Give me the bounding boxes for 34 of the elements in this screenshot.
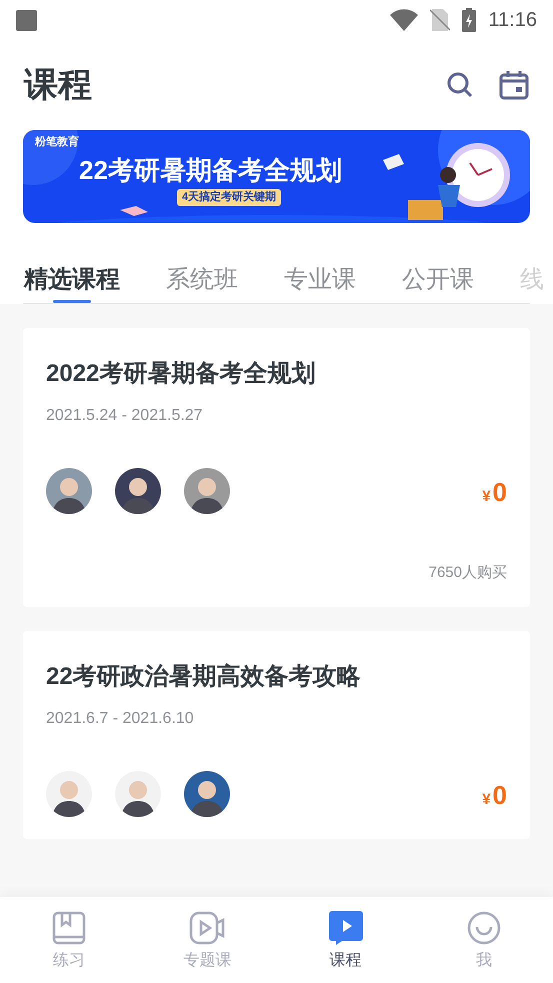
nav-tab[interactable]: 课程	[276, 897, 415, 983]
category-tab[interactable]: 系统班	[166, 257, 238, 303]
course-title: 2022考研暑期备考全规划	[46, 359, 316, 389]
course-dates: 2021.5.24 - 2021.5.27	[46, 406, 204, 426]
nav-tab[interactable]: 我	[414, 897, 553, 983]
course-price: ¥0	[482, 476, 507, 509]
course-card[interactable]: 2022考研暑期备考全规划 2021.5.24 - 2021.5.27 ¥0 7650人购买	[23, 328, 530, 606]
course-price: ¥0	[482, 778, 507, 812]
category-tab[interactable]: 公开课	[402, 257, 474, 303]
battery-icon	[462, 8, 476, 32]
calendar-button[interactable]	[499, 70, 529, 100]
course-title: 22考研政治暑期高效备考攻略	[46, 662, 362, 692]
banner-tagline: 4天搞定考研关键期	[177, 188, 282, 206]
play-icon	[328, 911, 363, 945]
category-tab[interactable]: 专业课	[284, 257, 356, 303]
book-icon	[52, 911, 86, 945]
smile-icon	[466, 911, 501, 945]
course-dates: 2021.6.7 - 2021.6.10	[46, 708, 195, 728]
buyer-count: 7650人购买	[428, 563, 507, 583]
notification-icon	[16, 10, 37, 30]
no-sim-icon	[430, 9, 450, 31]
video-icon	[189, 911, 226, 945]
tab-indicator	[53, 300, 91, 303]
nav-tab[interactable]: 专题课	[138, 897, 276, 983]
category-tab[interactable]: 精选课程	[24, 257, 120, 303]
brand-logo-text: 粉笔教育	[35, 134, 80, 150]
clock-time: 11:16	[488, 8, 537, 33]
promo-banner[interactable]: 粉笔教育 22考研暑期备考全规划 4天搞定考研关键期	[23, 130, 530, 223]
wifi-icon	[390, 9, 418, 31]
nav-tab[interactable]: 练习	[0, 897, 138, 983]
course-card[interactable]: 22考研政治暑期高效备考攻略 2021.6.7 - 2021.6.10 ¥0	[23, 630, 530, 838]
banner-headline: 22考研暑期备考全规划	[79, 154, 342, 186]
page-title: 课程	[24, 64, 92, 106]
search-button[interactable]	[447, 72, 473, 98]
